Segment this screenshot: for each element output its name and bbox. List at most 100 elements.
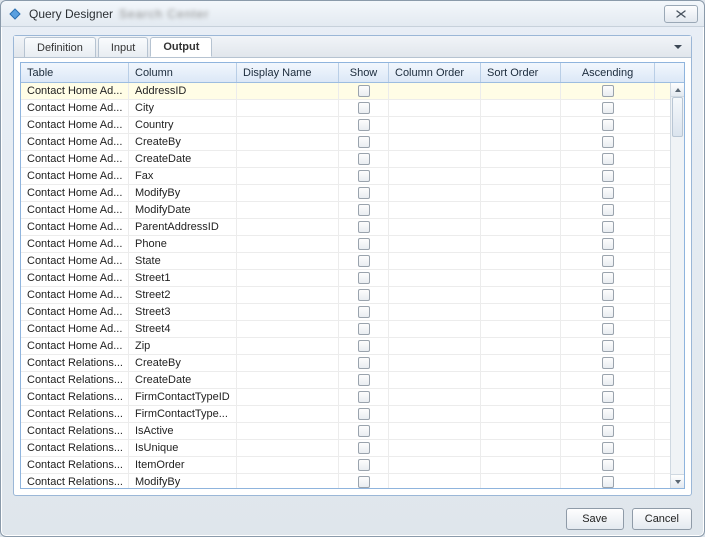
cell-table[interactable]: Contact Home Ad...	[21, 168, 129, 184]
cell-display-name[interactable]	[237, 304, 339, 320]
table-row[interactable]: Contact Relations...FirmContactTypeID	[21, 389, 670, 406]
cell-show[interactable]	[339, 457, 389, 473]
cell-display-name[interactable]	[237, 338, 339, 354]
checkbox-show[interactable]	[358, 170, 370, 182]
cell-display-name[interactable]	[237, 440, 339, 456]
cell-column-order[interactable]	[389, 321, 481, 337]
cell-show[interactable]	[339, 287, 389, 303]
cell-column-order[interactable]	[389, 406, 481, 422]
cell-column[interactable]: ModifyBy	[129, 474, 237, 488]
checkbox-ascending[interactable]	[602, 425, 614, 437]
cell-show[interactable]	[339, 185, 389, 201]
cell-ascending[interactable]	[561, 83, 655, 99]
checkbox-show[interactable]	[358, 357, 370, 369]
checkbox-ascending[interactable]	[602, 170, 614, 182]
col-header-table[interactable]: Table	[21, 63, 129, 82]
checkbox-show[interactable]	[358, 85, 370, 97]
cell-show[interactable]	[339, 236, 389, 252]
cell-show[interactable]	[339, 151, 389, 167]
cell-display-name[interactable]	[237, 287, 339, 303]
cell-column[interactable]: Country	[129, 117, 237, 133]
table-row[interactable]: Contact Home Ad...City	[21, 100, 670, 117]
checkbox-show[interactable]	[358, 136, 370, 148]
table-row[interactable]: Contact Home Ad...ParentAddressID	[21, 219, 670, 236]
cell-column[interactable]: Phone	[129, 236, 237, 252]
cell-column[interactable]: Street4	[129, 321, 237, 337]
checkbox-show[interactable]	[358, 119, 370, 131]
cell-display-name[interactable]	[237, 355, 339, 371]
cell-ascending[interactable]	[561, 321, 655, 337]
cell-display-name[interactable]	[237, 389, 339, 405]
cell-display-name[interactable]	[237, 406, 339, 422]
cell-show[interactable]	[339, 423, 389, 439]
checkbox-ascending[interactable]	[602, 408, 614, 420]
cell-sort-order[interactable]	[481, 219, 561, 235]
cell-column-order[interactable]	[389, 270, 481, 286]
cell-sort-order[interactable]	[481, 253, 561, 269]
tab-input[interactable]: Input	[98, 37, 148, 57]
cell-sort-order[interactable]	[481, 151, 561, 167]
table-row[interactable]: Contact Relations...ModifyBy	[21, 474, 670, 488]
table-row[interactable]: Contact Home Ad...ModifyBy	[21, 185, 670, 202]
cell-table[interactable]: Contact Home Ad...	[21, 185, 129, 201]
col-header-show[interactable]: Show	[339, 63, 389, 82]
checkbox-ascending[interactable]	[602, 136, 614, 148]
cell-column[interactable]: Fax	[129, 168, 237, 184]
checkbox-ascending[interactable]	[602, 187, 614, 199]
cell-sort-order[interactable]	[481, 389, 561, 405]
scroll-down-arrow[interactable]	[671, 474, 684, 488]
cell-show[interactable]	[339, 83, 389, 99]
checkbox-show[interactable]	[358, 221, 370, 233]
cell-ascending[interactable]	[561, 389, 655, 405]
cell-ascending[interactable]	[561, 406, 655, 422]
cell-column-order[interactable]	[389, 219, 481, 235]
cancel-button[interactable]: Cancel	[632, 508, 692, 530]
checkbox-show[interactable]	[358, 374, 370, 386]
cell-show[interactable]	[339, 134, 389, 150]
cell-sort-order[interactable]	[481, 134, 561, 150]
cell-column[interactable]: CreateBy	[129, 355, 237, 371]
cell-column[interactable]: Street1	[129, 270, 237, 286]
cell-column-order[interactable]	[389, 253, 481, 269]
checkbox-ascending[interactable]	[602, 221, 614, 233]
cell-show[interactable]	[339, 372, 389, 388]
table-row[interactable]: Contact Relations...CreateDate	[21, 372, 670, 389]
cell-sort-order[interactable]	[481, 440, 561, 456]
table-row[interactable]: Contact Home Ad...Street4	[21, 321, 670, 338]
cell-table[interactable]: Contact Home Ad...	[21, 100, 129, 116]
col-header-column[interactable]: Column	[129, 63, 237, 82]
cell-ascending[interactable]	[561, 270, 655, 286]
cell-table[interactable]: Contact Home Ad...	[21, 270, 129, 286]
cell-column-order[interactable]	[389, 202, 481, 218]
cell-display-name[interactable]	[237, 474, 339, 488]
cell-column[interactable]: FirmContactTypeID	[129, 389, 237, 405]
cell-ascending[interactable]	[561, 253, 655, 269]
cell-show[interactable]	[339, 440, 389, 456]
table-row[interactable]: Contact Home Ad...Street2	[21, 287, 670, 304]
cell-column[interactable]: IsActive	[129, 423, 237, 439]
cell-table[interactable]: Contact Home Ad...	[21, 338, 129, 354]
cell-sort-order[interactable]	[481, 457, 561, 473]
cell-show[interactable]	[339, 338, 389, 354]
cell-column[interactable]: ItemOrder	[129, 457, 237, 473]
checkbox-show[interactable]	[358, 323, 370, 335]
cell-sort-order[interactable]	[481, 100, 561, 116]
cell-column-order[interactable]	[389, 372, 481, 388]
cell-sort-order[interactable]	[481, 423, 561, 439]
cell-show[interactable]	[339, 253, 389, 269]
cell-column-order[interactable]	[389, 236, 481, 252]
cell-display-name[interactable]	[237, 236, 339, 252]
cell-sort-order[interactable]	[481, 338, 561, 354]
cell-ascending[interactable]	[561, 219, 655, 235]
cell-display-name[interactable]	[237, 185, 339, 201]
cell-table[interactable]: Contact Relations...	[21, 389, 129, 405]
cell-ascending[interactable]	[561, 372, 655, 388]
table-row[interactable]: Contact Relations...IsUnique	[21, 440, 670, 457]
cell-ascending[interactable]	[561, 117, 655, 133]
checkbox-show[interactable]	[358, 102, 370, 114]
cell-table[interactable]: Contact Relations...	[21, 372, 129, 388]
checkbox-ascending[interactable]	[602, 272, 614, 284]
checkbox-show[interactable]	[358, 306, 370, 318]
cell-column[interactable]: ParentAddressID	[129, 219, 237, 235]
cell-show[interactable]	[339, 219, 389, 235]
